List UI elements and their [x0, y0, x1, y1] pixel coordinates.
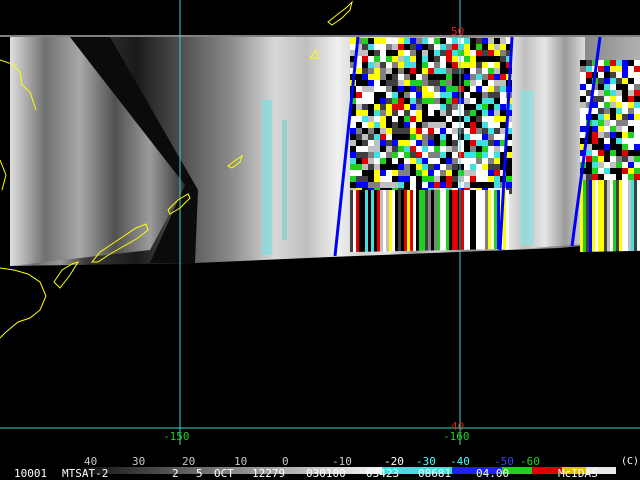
copyright: (C) — [621, 456, 640, 467]
colorbar-label: 20 — [182, 455, 196, 468]
noise-band-right — [580, 60, 640, 252]
band-number: 2 — [172, 467, 179, 480]
colorbar-label: 0 — [282, 455, 289, 468]
line-number: 03423 — [366, 467, 400, 480]
software-name: McIDAS — [558, 467, 598, 480]
colorbar-label: 10 — [234, 455, 248, 468]
colorbar-label: -40 — [450, 455, 470, 468]
cyan-streak — [262, 100, 272, 255]
element-number: 08681 — [418, 467, 452, 480]
cyan-streak — [282, 120, 287, 240]
colorbar-label: -50 — [494, 455, 514, 468]
day-of-month: 5 — [196, 467, 203, 480]
satellite-viewer: 50 40 -150 -160 40 30 20 10 0 -10 -20 -30 -40 -50… — [0, 0, 640, 480]
resolution: 04.00 — [476, 467, 510, 480]
colorbar-label: -20 — [384, 455, 404, 468]
colorbar-label: -30 — [416, 455, 436, 468]
cloud-region-right — [505, 37, 585, 250]
satellite-name: MTSAT-2 — [62, 467, 109, 480]
colorbar-label: 40 — [84, 455, 98, 468]
satellite-imagery — [0, 0, 640, 445]
latitude-label-50: 50 — [451, 25, 465, 38]
longitude-label-150: -150 — [163, 430, 190, 443]
frame-number: 10001 — [14, 467, 48, 480]
cyan-streak — [520, 90, 534, 245]
colorbar-label: -10 — [332, 455, 352, 468]
longitude-label-160: -160 — [443, 430, 470, 443]
julian-date: 12279 — [252, 467, 286, 480]
noise-band-center — [350, 38, 512, 252]
time: 030100 — [306, 467, 346, 480]
image-info-bar: 10001 MTSAT-2 2 5 OCT 12279 030100 03423… — [0, 468, 640, 480]
colorbar-label: 30 — [132, 455, 146, 468]
colorbar-label: -60 — [520, 455, 540, 468]
month: OCT — [214, 467, 234, 480]
